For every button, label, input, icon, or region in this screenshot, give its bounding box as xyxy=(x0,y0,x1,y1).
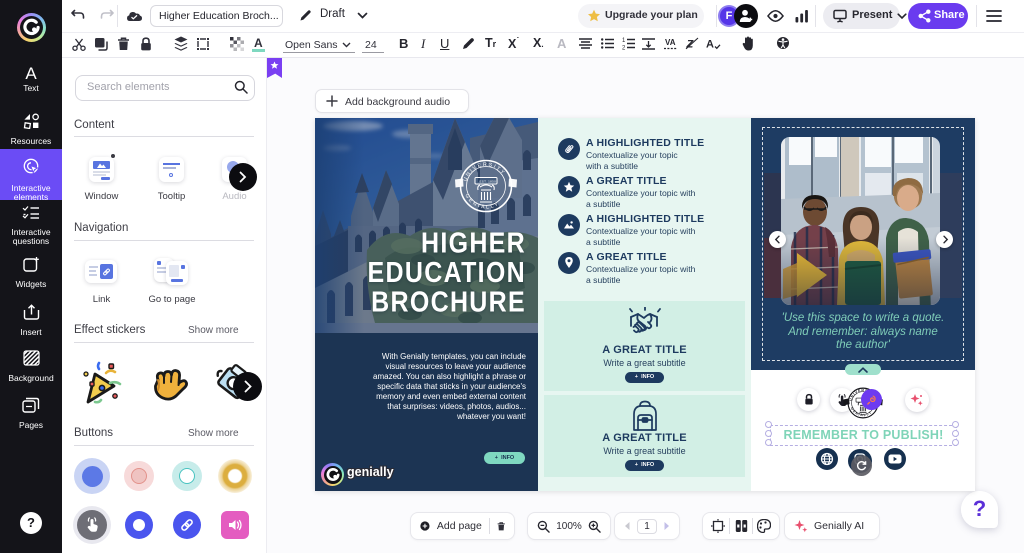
svg-text:2: 2 xyxy=(622,46,626,51)
svg-text:A: A xyxy=(706,39,714,51)
svg-text:EST. 1850: EST. 1850 xyxy=(480,179,497,183)
svg-text:VA: VA xyxy=(665,38,676,47)
svg-text:1: 1 xyxy=(622,38,626,44)
